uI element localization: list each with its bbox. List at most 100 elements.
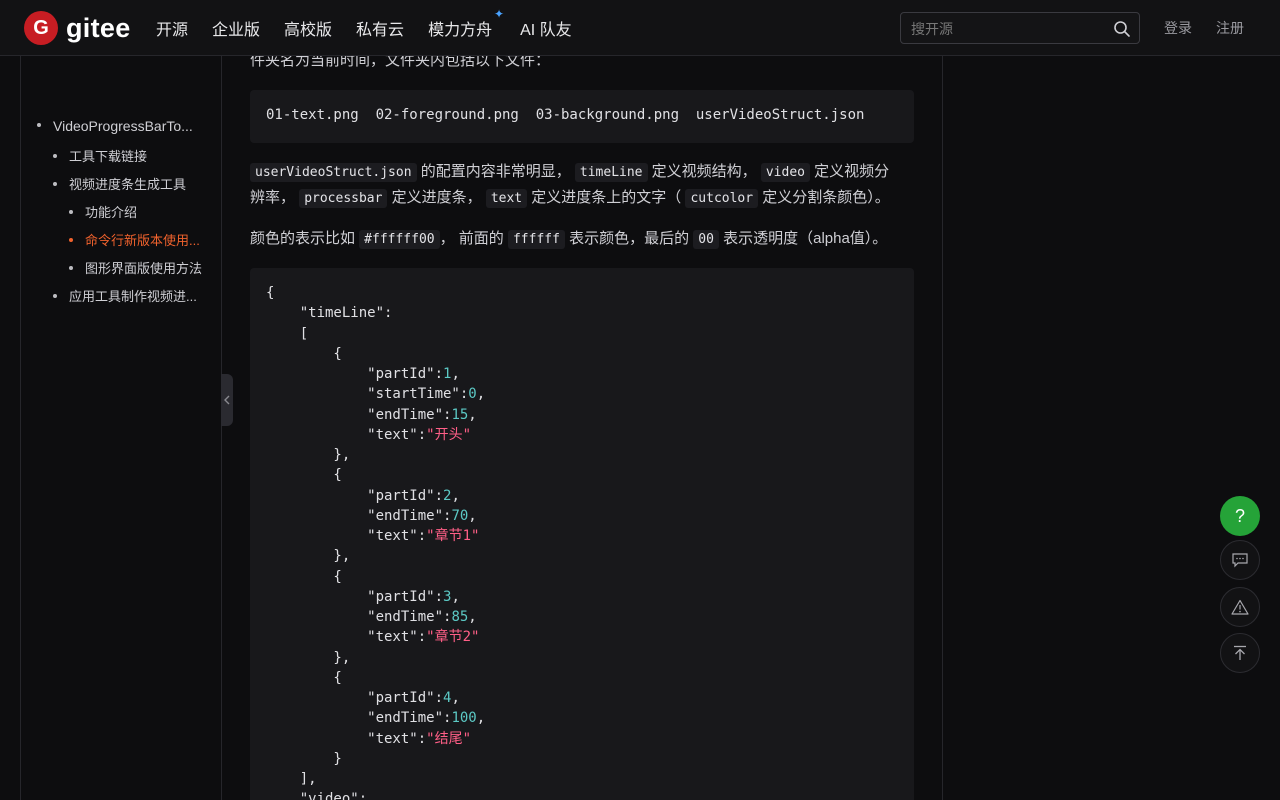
search-input[interactable]: [911, 19, 1101, 39]
code-line: },: [266, 546, 485, 566]
code-text: "text":: [266, 629, 427, 646]
bullet-icon: [69, 237, 73, 242]
toc-item[interactable]: 功能介绍: [69, 202, 217, 221]
toc-sidebar: VideoProgressBarTo... 工具下载链接视频进度条生成工具功能介绍…: [20, 56, 222, 800]
code-text: },: [266, 548, 351, 565]
code-line: "partId":1,: [266, 364, 485, 384]
code-line: },: [266, 445, 485, 465]
code-text: {: [266, 467, 342, 484]
code-string: "章节2": [426, 629, 480, 646]
json-code-block: { "timeLine": [ { "partId":1, "startTime…: [250, 268, 914, 800]
code-number: 70: [451, 507, 469, 524]
code-text: "partId":: [266, 366, 444, 382]
inline-code: userVideoStruct.json: [250, 163, 417, 182]
bullet-icon: [53, 181, 57, 186]
gitee-logo-icon: G: [24, 11, 58, 45]
code-text: "endTime":: [266, 507, 452, 524]
warning-icon: [1231, 599, 1249, 615]
help-label: ?: [1234, 505, 1245, 526]
paragraph-text: 定义分割条颜色）。: [758, 189, 890, 206]
toc-item[interactable]: 图形界面版使用方法: [69, 258, 217, 277]
code-text: ,: [468, 609, 477, 625]
toc-item-label: 应用工具制作视频进...: [69, 289, 197, 304]
sidebar-collapse-handle[interactable]: [221, 374, 233, 426]
code-line: {: [266, 567, 485, 587]
code-text: {: [266, 568, 342, 585]
code-text: {: [266, 285, 275, 301]
code-text: ,: [468, 507, 477, 524]
nav-ai-teammate[interactable]: AI 队友: [520, 16, 572, 40]
code-line: {: [266, 465, 485, 485]
bullet-icon: [37, 123, 41, 128]
code-text: ,: [468, 406, 477, 423]
code-line: "text":"章节1": [266, 526, 485, 546]
toc-item-label: 功能介绍: [85, 205, 138, 220]
code-line: "endTime":85,: [266, 607, 485, 627]
code-line: "partId":4,: [266, 688, 485, 708]
search-box: [900, 12, 1140, 44]
toc-item[interactable]: VideoProgressBarTo...: [37, 118, 217, 134]
nav-private-cloud[interactable]: 私有云: [356, 16, 404, 40]
gitee-logo-text: gitee: [66, 12, 131, 43]
inline-code: ffffff: [507, 230, 565, 249]
chat-icon: [1232, 553, 1248, 568]
code-text: "text":: [266, 730, 427, 747]
toc-item[interactable]: 工具下载链接: [53, 146, 217, 165]
code-line: "text":"章节2": [266, 627, 485, 647]
paragraph-text: 定义进度条上的文字（: [527, 189, 682, 206]
nav-enterprise[interactable]: 企业版: [212, 16, 260, 40]
paragraph-text: ， 前面的: [439, 230, 508, 247]
toc-item-label: 视频进度条生成工具: [69, 177, 187, 192]
config-paragraph-line1: userVideoStruct.json 的配置内容非常明显， timeLine…: [250, 159, 889, 186]
code-text: [: [266, 325, 309, 342]
paragraph-text: 表示颜色，最后的: [564, 230, 694, 247]
paragraph-text: 的配置内容非常明显，: [416, 163, 571, 180]
back-to-top-icon: [1234, 645, 1246, 660]
toc-item[interactable]: 应用工具制作视频进...: [53, 286, 217, 305]
nav-open-source[interactable]: 开源: [156, 16, 188, 40]
report-button[interactable]: [1220, 587, 1260, 627]
inline-code: cutcolor: [685, 189, 759, 208]
back-to-top-button[interactable]: [1220, 633, 1260, 673]
code-text: ],: [266, 771, 317, 787]
paragraph-text: 颜色的表示比如: [250, 230, 360, 247]
search-icon[interactable]: [1113, 20, 1131, 38]
main-nav: 开源 企业版 高校版 私有云 模力方舟 ✦ AI 队友: [156, 0, 572, 56]
code-string: "章节1": [426, 528, 480, 544]
top-navbar: G gitee 开源 企业版 高校版 私有云 模力方舟✦ AI 队友 登录 注册: [0, 0, 1280, 56]
code-line: "partId":2,: [266, 486, 485, 506]
paragraph-text: 定义视频分: [810, 163, 890, 180]
register-link[interactable]: 注册: [1216, 18, 1244, 38]
nav-moli-fangzhou[interactable]: 模力方舟 ✦: [428, 7, 504, 40]
code-text: "partId":: [266, 690, 444, 706]
bullet-icon: [53, 153, 57, 158]
code-line: }: [266, 749, 485, 769]
code-text: "endTime":: [266, 710, 452, 727]
paragraph-text: 定义进度条，: [387, 189, 482, 206]
nav-education[interactable]: 高校版: [284, 16, 332, 40]
code-line: "endTime":70,: [266, 506, 485, 526]
toc-item[interactable]: 命令行新版本使用...: [69, 230, 217, 249]
toc-item-label: 命令行新版本使用...: [85, 233, 200, 248]
color-paragraph: 颜色的表示比如 #ffffff00， 前面的 ffffff 表示颜色，最后的 0…: [250, 226, 887, 253]
code-line: "endTime":100,: [266, 708, 485, 728]
gitee-logo[interactable]: G gitee: [24, 11, 131, 45]
code-line: {: [266, 668, 485, 688]
code-string: "开头": [426, 426, 472, 443]
toc-item-label: VideoProgressBarTo...: [53, 118, 193, 134]
inline-code: video: [760, 163, 810, 182]
code-text: "startTime":: [266, 386, 469, 403]
toc-item[interactable]: 视频进度条生成工具: [53, 174, 217, 193]
code-number: 85: [451, 609, 469, 625]
code-text: "text":: [266, 528, 427, 544]
bullet-icon: [53, 293, 57, 298]
help-button[interactable]: ?: [1220, 496, 1260, 536]
files-list: 01-text.png 02-foreground.png 03-backgro…: [266, 107, 865, 123]
inline-code: 00: [693, 230, 719, 249]
code-text: "timeLine":: [266, 305, 393, 322]
feedback-button[interactable]: [1220, 540, 1260, 580]
code-text: {: [266, 345, 342, 362]
files-code-block: 01-text.png 02-foreground.png 03-backgro…: [250, 90, 914, 143]
sparkle-icon: ✦: [494, 7, 505, 21]
login-link[interactable]: 登录: [1164, 18, 1192, 38]
